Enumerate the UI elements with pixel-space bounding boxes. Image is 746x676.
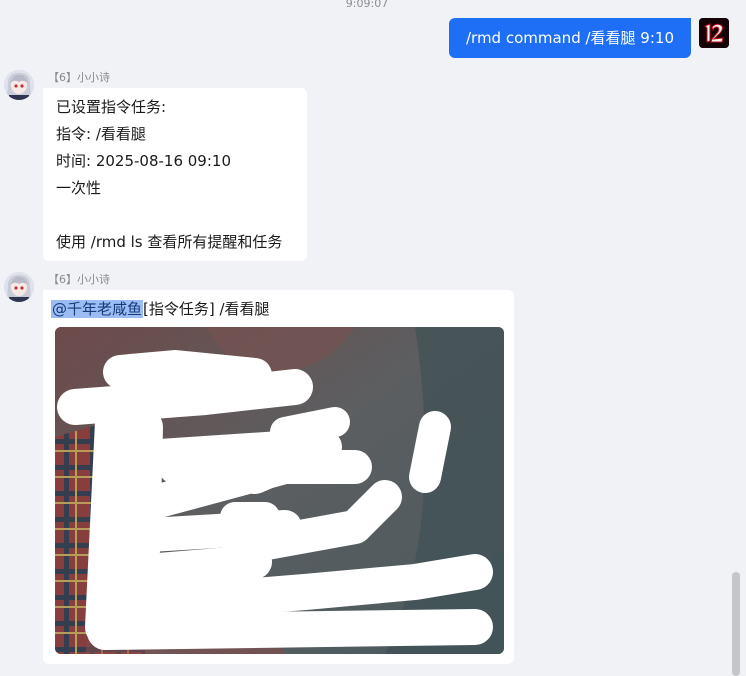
censored-photo-image[interactable] (55, 327, 504, 654)
incoming-message-bubble[interactable]: @千年老咸鱼[指令任务] /看看腿 (43, 290, 514, 664)
message-text: @千年老咸鱼[指令任务] /看看腿 (51, 296, 270, 322)
message-line: 指令: /看看腿 (56, 125, 146, 143)
chat-message-area[interactable]: 9:09:07 /rmd command /看看腿 9:10 【6】小小诗 已设… (0, 0, 746, 676)
sender-name: 【6】小小诗 (48, 71, 110, 84)
message-line: 已设置指令任务: (56, 98, 167, 116)
mention-tag[interactable]: @千年老咸鱼 (51, 300, 144, 318)
message-line: 时间: 2025-08-16 09:10 (56, 152, 231, 170)
scrollbar-thumb[interactable] (732, 572, 740, 676)
anime-girl-avatar-icon[interactable] (4, 70, 34, 100)
game-logo-avatar-icon[interactable] (699, 18, 729, 48)
message-line: 使用 /rmd ls 查看所有提醒和任务 (56, 233, 283, 251)
message-text-after-mention: [指令任务] /看看腿 (143, 300, 270, 318)
message-line: 一次性 (56, 179, 102, 197)
outgoing-message-bubble[interactable]: /rmd command /看看腿 9:10 (449, 18, 691, 58)
anime-girl-avatar-icon[interactable] (4, 272, 34, 302)
message-timestamp: 9:09:07 (345, 0, 389, 10)
incoming-message-bubble[interactable]: 已设置指令任务: 指令: /看看腿 时间: 2025-08-16 09:10 一… (43, 88, 307, 261)
sender-name: 【6】小小诗 (48, 273, 110, 286)
